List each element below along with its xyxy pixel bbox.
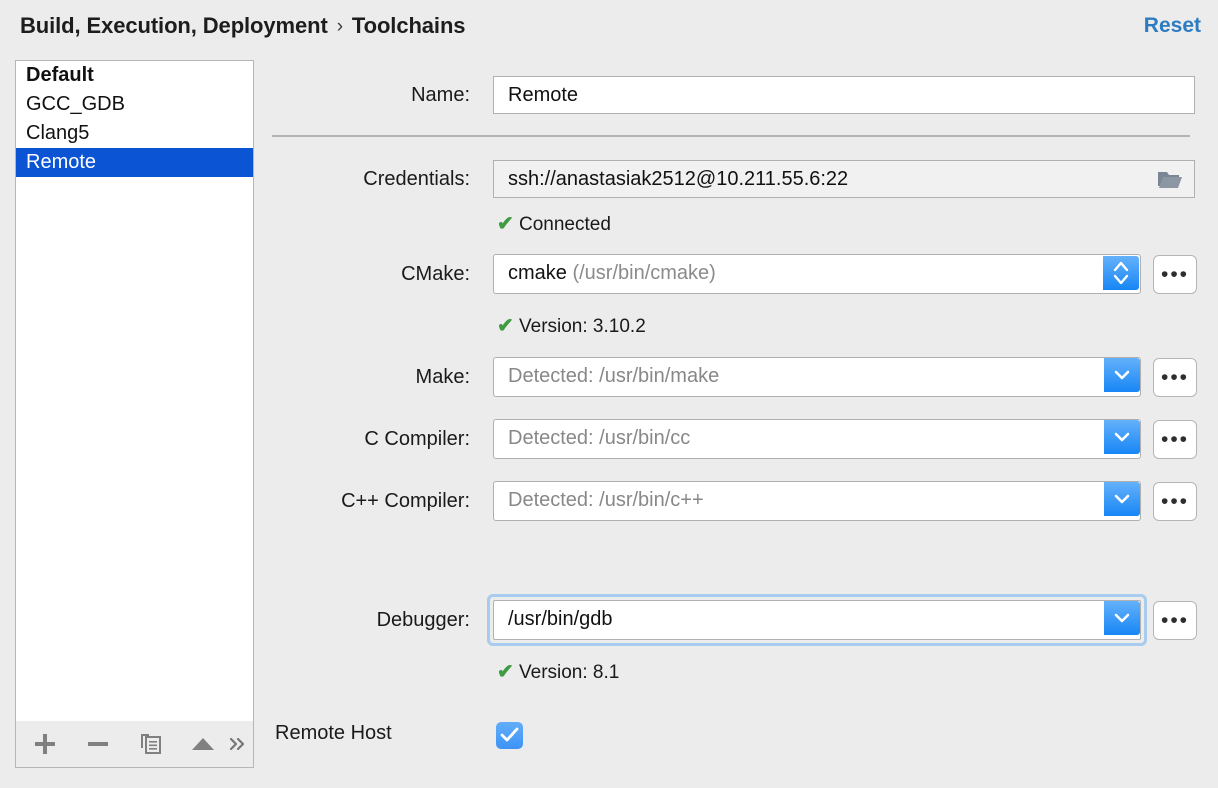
breadcrumb-parent[interactable]: Build, Execution, Deployment [20,13,328,38]
c-compiler-combo[interactable]: Detected: /usr/bin/cc [493,419,1141,459]
c-compiler-dropdown-arrow[interactable] [1104,420,1140,454]
debugger-browse-label: ••• [1160,609,1190,632]
credentials-status: ✔ Connected [497,211,611,236]
make-browse-button[interactable]: ••• [1153,358,1197,397]
cpp-compiler-browse-label: ••• [1160,490,1190,513]
list-item-default[interactable]: Default [16,61,253,90]
name-label: Name: [411,84,470,106]
settings-header: Build, Execution, Deployment › Toolchains … [0,0,1218,56]
cmake-browse-label: ••• [1160,263,1190,286]
cmake-label: CMake: [401,263,470,285]
list-item-clang5[interactable]: Clang5 [16,119,253,148]
reset-button[interactable]: Reset [1144,14,1201,38]
check-icon: ✔ [497,661,514,683]
credentials-browse-button[interactable] [1148,160,1192,198]
make-dropdown-arrow[interactable] [1104,358,1140,392]
debugger-status: ✔ Version: 8.1 [497,659,619,684]
cmake-path: (/usr/bin/cmake) [572,262,716,284]
name-input[interactable]: Remote [493,76,1195,114]
make-label: Make: [415,366,470,388]
debugger-label: Debugger: [376,609,470,631]
copy-toolchain-button[interactable] [132,721,170,767]
c-compiler-browse-label: ••• [1160,428,1190,451]
cmake-status-text: Version: 3.10.2 [519,316,646,337]
cmake-browse-button[interactable]: ••• [1153,255,1197,294]
remote-host-checkbox[interactable] [496,722,523,749]
list-item-remote[interactable]: Remote [16,148,253,177]
c-compiler-browse-button[interactable]: ••• [1153,420,1197,459]
toolchain-list-toolbar [15,721,254,768]
make-combo[interactable]: Detected: /usr/bin/make [493,357,1141,397]
check-icon: ✔ [497,213,514,235]
add-toolchain-button[interactable] [26,721,64,767]
cmake-combo[interactable]: cmake (/usr/bin/cmake) [493,254,1141,294]
debugger-browse-button[interactable]: ••• [1153,601,1197,640]
remove-toolchain-button[interactable] [79,721,117,767]
cmake-status: ✔ Version: 3.10.2 [497,313,646,338]
cpp-compiler-combo[interactable]: Detected: /usr/bin/c++ [493,481,1141,521]
cpp-compiler-label: C++ Compiler: [341,490,470,512]
breadcrumb-separator-icon: › [336,16,343,37]
remote-host-label: Remote Host [275,722,392,744]
credentials-label: Credentials: [363,168,470,190]
cpp-compiler-browse-button[interactable]: ••• [1153,482,1197,521]
debugger-dropdown-arrow[interactable] [1104,601,1140,635]
toolchain-list[interactable]: Default GCC_GDB Clang5 Remote [15,60,254,723]
breadcrumb-current: Toolchains [351,13,466,38]
credentials-input[interactable]: ssh://anastasiak2512@10.211.55.6:22 [493,160,1195,198]
list-item-gcc-gdb[interactable]: GCC_GDB [16,90,253,119]
cmake-value: cmake [508,262,567,284]
move-up-button[interactable] [184,721,222,767]
check-icon: ✔ [497,315,514,337]
make-browse-label: ••• [1160,366,1190,389]
toolbar-overflow-button[interactable] [224,721,252,767]
cpp-compiler-dropdown-arrow[interactable] [1104,482,1140,516]
credentials-status-text: Connected [519,214,611,235]
cmake-stepper[interactable] [1103,256,1139,290]
debugger-status-text: Version: 8.1 [519,662,620,683]
debugger-combo[interactable]: /usr/bin/gdb [493,600,1141,640]
breadcrumb: Build, Execution, Deployment › Toolchains [20,13,466,39]
section-divider [272,135,1190,137]
c-compiler-label: C Compiler: [364,428,470,450]
